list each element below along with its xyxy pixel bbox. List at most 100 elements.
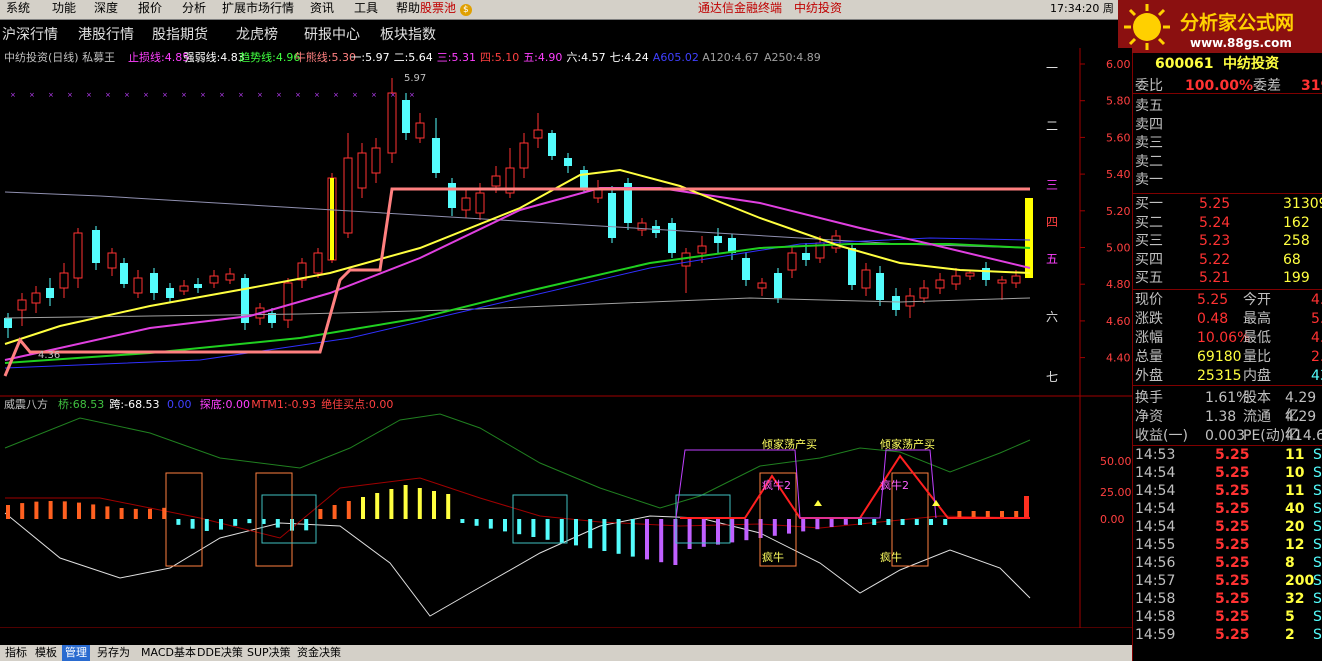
tick-row: 14:55 5.25 12 S — [1133, 536, 1322, 554]
histogram-bar — [432, 491, 436, 519]
nav-sector-index[interactable]: 板块指数 — [380, 24, 436, 44]
stock-pool-button[interactable]: 股票池 $ — [414, 0, 478, 19]
nav-shanghai-shenzhen[interactable]: 沪深行情 — [2, 24, 58, 44]
tick-direction: S — [1313, 465, 1322, 481]
label: 收益(一) — [1135, 428, 1188, 444]
histogram-bar — [645, 519, 649, 560]
candle — [951, 275, 961, 285]
stat-value: 69180 — [1197, 349, 1242, 365]
menu-quote[interactable]: 报价 — [132, 0, 168, 19]
sub-indicator-field: MTM1:-0.93 — [251, 398, 316, 411]
candle — [668, 223, 676, 253]
menu-extended-market[interactable]: 扩展市场行情 — [216, 0, 300, 19]
level-mark: 二 — [1046, 119, 1058, 133]
tick-time: 14:57 — [1135, 573, 1176, 589]
price-axis-label: 5.20 — [1106, 205, 1131, 218]
tick-time: 14:58 — [1135, 591, 1176, 607]
highlight-bar — [1025, 198, 1033, 278]
tab-save-as[interactable]: 另存为 — [94, 645, 133, 661]
nav-index-futures[interactable]: 股指期货 — [152, 24, 208, 44]
label: 今开 — [1243, 292, 1271, 308]
candle — [742, 258, 750, 280]
tick-volume: 200 — [1285, 573, 1315, 589]
histogram-bar — [929, 519, 933, 525]
buy-row: 买二 5.24 162 — [1133, 214, 1322, 232]
tick-price: 5.25 — [1215, 465, 1250, 481]
histogram-bar — [914, 519, 919, 525]
label: 量比 — [1243, 349, 1271, 365]
histogram-bar — [176, 519, 181, 525]
nav-hongkong[interactable]: 港股行情 — [78, 24, 134, 44]
menu-news[interactable]: 资讯 — [304, 0, 340, 19]
histogram-bar — [34, 501, 39, 519]
highlight-bar — [330, 178, 334, 260]
marker-x: × — [162, 91, 168, 99]
histogram-bar — [758, 519, 763, 538]
market-nav-bar: 沪深行情 港股行情 股指期货 龙虎榜 研报中心 板块指数 — [0, 20, 1118, 49]
tick-time: 14:54 — [1135, 465, 1176, 481]
tick-price: 5.25 — [1215, 591, 1250, 607]
label: 涨跌 — [1135, 311, 1163, 327]
indicator-field: 止损线:4.85 — [128, 50, 189, 64]
kline-chart[interactable]: 中纺投资(日线) 私募王 止损线:4.85强弱线:4.83趋势线:4.96牛熊线… — [0, 48, 1132, 645]
tab-indicator[interactable]: 指标 — [2, 645, 30, 661]
candle — [892, 296, 900, 310]
candle — [371, 147, 381, 174]
tab-dde[interactable]: DDE决策 — [194, 645, 246, 661]
buy-row: 买四 5.22 68 — [1133, 251, 1322, 269]
menu-analysis[interactable]: 分析 — [176, 0, 212, 19]
tab-template[interactable]: 模板 — [32, 645, 60, 661]
tab-fund[interactable]: 资金决策 — [294, 645, 344, 661]
sell-label: 卖三 — [1135, 135, 1163, 151]
histogram-bar — [829, 519, 834, 527]
price-axis-label: 5.80 — [1106, 95, 1131, 108]
nav-research[interactable]: 研报中心 — [304, 24, 360, 44]
level-mark: 七 — [1046, 370, 1058, 384]
indicator-field: 一:5.97 — [350, 51, 389, 64]
tab-sup[interactable]: SUP决策 — [244, 645, 294, 661]
candle — [179, 285, 189, 292]
tick-row: 14:57 5.25 200 S — [1133, 572, 1322, 590]
indicator-field: A250:4.89 — [764, 51, 821, 64]
main-chart-title: 中纺投资(日线) 私募王 — [4, 50, 115, 64]
stock-pool-badge-icon: $ — [459, 4, 472, 16]
histogram-bar — [858, 519, 862, 525]
divider — [1133, 93, 1322, 94]
tick-direction: S — [1313, 519, 1322, 535]
tab-manage[interactable]: 管理 — [62, 645, 90, 661]
tick-direction: S — [1313, 591, 1322, 607]
menu-tools[interactable]: 工具 — [348, 0, 384, 19]
marker-x: × — [124, 91, 130, 99]
level-mark: 四 — [1046, 215, 1058, 229]
tick-price: 5.25 — [1215, 573, 1250, 589]
histogram-bar — [574, 519, 578, 546]
terminal-title: 通达信金融终端 — [698, 1, 783, 15]
buy-label: 买一 — [1135, 196, 1163, 212]
histogram-bar — [6, 505, 10, 519]
sell-row: 卖五 — [1133, 97, 1322, 115]
marker-x: × — [257, 91, 263, 99]
label: 最高 — [1243, 311, 1271, 327]
tick-volume: 32 — [1285, 591, 1305, 607]
bull-label-2: 疯牛 — [880, 550, 902, 564]
tab-macd[interactable]: MACD基本 — [138, 645, 199, 661]
nav-dragon-tiger[interactable]: 龙虎榜 — [236, 24, 278, 44]
buy-label: 买四 — [1135, 251, 1163, 268]
histogram-bar — [687, 519, 692, 549]
site-logo[interactable]: 分析家公式网 www.88gs.com — [1118, 0, 1322, 53]
price-axis-label: 4.80 — [1106, 278, 1131, 291]
histogram-bar — [602, 519, 607, 551]
candle — [757, 282, 767, 289]
menu-depth[interactable]: 深度 — [88, 0, 124, 19]
indicator-field: 五:4.90 — [523, 51, 562, 64]
candle — [166, 288, 174, 298]
menu-function[interactable]: 功能 — [46, 0, 82, 19]
histogram-bar — [389, 489, 394, 519]
sell-label: 卖五 — [1135, 98, 1163, 114]
chart-area[interactable]: 中纺投资(日线) 私募王 止损线:4.85 强弱线:4.83 趋势线:4.96 牛熊线… — [0, 48, 1132, 645]
tick-volume: 5 — [1285, 609, 1295, 625]
candle — [681, 252, 691, 267]
stat-row: 涨跌 0.48 最高 5.25 — [1133, 310, 1322, 328]
menu-system[interactable]: 系统 — [0, 0, 36, 19]
tick-row: 14:59 5.25 2 S — [1133, 626, 1322, 644]
